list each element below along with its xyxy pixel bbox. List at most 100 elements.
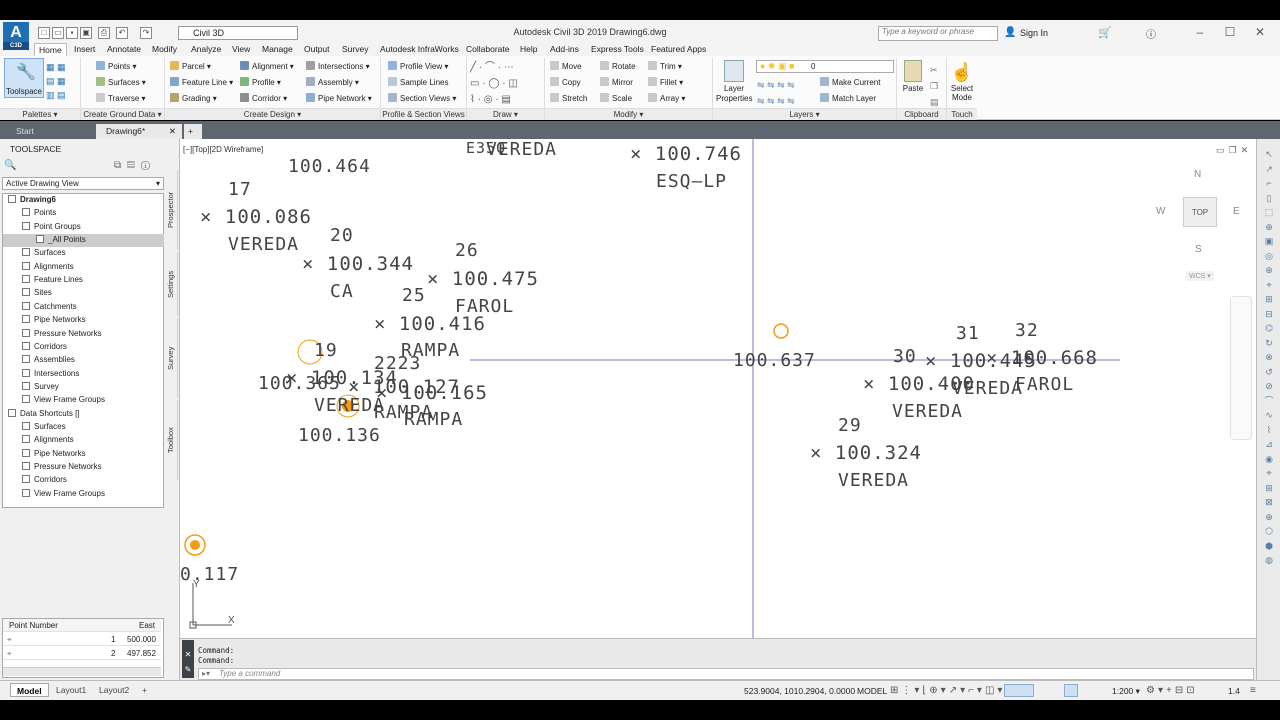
doc-tab-start[interactable]: Start (6, 124, 96, 139)
points-button[interactable]: Points ▾ (96, 61, 136, 73)
search-input[interactable]: Type a keyword or phrase (878, 26, 998, 41)
app-menu-button[interactable]: A C3D (3, 22, 29, 50)
navigation-bar[interactable] (1230, 296, 1252, 440)
add-layout-button[interactable]: + (138, 683, 151, 697)
copy-button[interactable]: Copy (550, 77, 581, 89)
corridor-button[interactable]: Corridor ▾ (240, 93, 287, 105)
tab-help[interactable]: Help (516, 43, 541, 56)
side-tab-settings[interactable]: Settings (166, 252, 178, 316)
tree-item[interactable]: Feature Lines (22, 274, 83, 287)
side-tab-survey[interactable]: Survey (166, 318, 178, 398)
toolspace-view-select[interactable]: Active Drawing View ▾ (2, 177, 164, 190)
help-icon[interactable]: ⓘ (1146, 26, 1156, 41)
tree-item[interactable]: Intersections (22, 368, 79, 381)
view-cube-top[interactable]: TOP (1183, 197, 1217, 227)
tree-item[interactable]: Alignments (22, 261, 74, 274)
tab-express-tools[interactable]: Express Tools (587, 43, 648, 56)
tree-item[interactable]: Pipe Networks (22, 314, 86, 327)
panel-label-draw[interactable]: Draw ▾ (467, 108, 544, 120)
surfaces-button[interactable]: Surfaces ▾ (96, 77, 146, 89)
drawing-canvas[interactable]: Y X ▭❐✕ E35Q VEREDA × 100.746 ESQ–LP 100.464… (180, 139, 1256, 638)
tree-item[interactable]: _All Points (3, 234, 164, 248)
tree-item[interactable]: Pipe Networks (22, 448, 86, 461)
array-button[interactable]: Array ▾ (648, 93, 685, 105)
customize-icon[interactable]: ≡ (1250, 685, 1256, 696)
table-row[interactable]: ⌖ 2 497.852 (3, 647, 161, 660)
tab-model[interactable]: Model (10, 683, 49, 697)
match-layer-button[interactable]: Match Layer (820, 93, 876, 105)
undo-icon[interactable]: ↶ (116, 27, 128, 39)
grading-button[interactable]: Grading ▾ (170, 93, 217, 105)
annotation-scale[interactable]: 1:200 ▾ (1112, 686, 1140, 697)
fillet-button[interactable]: Fillet ▾ (648, 77, 683, 89)
paste-button[interactable]: Paste (900, 60, 926, 106)
model-space-toggle[interactable]: MODEL (857, 686, 887, 696)
redo-icon[interactable]: ↷ (140, 27, 152, 39)
drafting-toggle-icons[interactable]: ⊞⋮▾⌊⊕▾↗▾⌐▾◫▾ (890, 685, 1005, 696)
mirror-button[interactable]: Mirror (600, 77, 633, 89)
tab-collaborate[interactable]: Collaborate (462, 43, 513, 56)
tab-featured-apps[interactable]: Featured Apps (647, 43, 710, 56)
feature-line-button[interactable]: Feature Line ▾ (170, 77, 233, 89)
pipe-network-button[interactable]: Pipe Network ▾ (306, 93, 372, 105)
panel-label-create-design[interactable]: Create Design ▾ (165, 108, 380, 120)
tree-item[interactable]: Pressure Networks (22, 328, 102, 341)
side-tab-prospector[interactable]: Prospector (166, 170, 178, 250)
panel-label-ground-data[interactable]: Create Ground Data ▾ (81, 108, 164, 120)
compass-s[interactable]: S (1195, 244, 1202, 255)
rotate-button[interactable]: Rotate (600, 61, 636, 73)
tab-add-ins[interactable]: Add-ins (546, 43, 583, 56)
palette-icons[interactable]: ▦ ▦ ▤ ▦ ▥ ▤ (46, 60, 76, 105)
save-icon[interactable]: ▪ (66, 27, 78, 39)
tree-item[interactable]: Corridors (22, 474, 67, 487)
clipboard-tools[interactable]: ✂ ❐ ▤ (930, 62, 939, 110)
wrench-icon[interactable]: ✎ (182, 665, 194, 674)
layer-tool-icons[interactable]: ⇋ ⇋ ⇋ ⇋ ⇋ ⇋ ⇋ ⇋ (757, 77, 795, 109)
tree-item[interactable]: Pressure Networks (22, 461, 102, 474)
viewport-controls[interactable]: [−][Top][2D Wireframe] (183, 145, 263, 154)
panel-label-palettes[interactable]: Palettes ▾ (0, 108, 80, 120)
parcel-button[interactable]: Parcel ▾ (170, 61, 211, 73)
tree-item[interactable]: Survey (22, 381, 59, 394)
tree-item[interactable]: Data Shortcuts [] (8, 408, 80, 421)
tab-home[interactable]: Home (34, 43, 67, 56)
tree-item[interactable]: Sites (22, 287, 52, 300)
open-icon[interactable]: ▭ (52, 27, 64, 39)
profile-button[interactable]: Profile ▾ (240, 77, 281, 89)
search-icon[interactable]: 🔍 (4, 160, 16, 171)
tree-item[interactable]: Surfaces (22, 421, 66, 434)
workspace-tools-icons[interactable]: ⚙▾+⊟⊡ (1146, 685, 1198, 696)
traverse-button[interactable]: Traverse ▾ (96, 93, 146, 105)
tab-infraworks[interactable]: Autodesk InfraWorks (376, 43, 463, 56)
compass-e[interactable]: E (1233, 206, 1240, 217)
tab-analyze[interactable]: Analyze (187, 43, 225, 56)
tab-layout1[interactable]: Layout1 (50, 683, 92, 697)
close-icon[interactable]: ✕ (1252, 25, 1268, 39)
compass-w[interactable]: W (1156, 206, 1165, 217)
coordinates-readout[interactable]: 523.9004, 1010.2904, 0.0000 (744, 686, 855, 696)
tab-manage[interactable]: Manage (258, 43, 297, 56)
minimize-icon[interactable]: – (1192, 25, 1208, 39)
select-mode-button[interactable]: ☝ Select Mode (948, 60, 976, 106)
tree-item[interactable]: Surfaces (22, 247, 66, 260)
right-toolbar[interactable]: ↖ ↗ ⌐ ▯ ⬚ ⊕ ▣ ◎ ⊕ ⌖ ⊞ ⊟ ⌬ ↻ ⊗ ↺ ⊘ ⌒ ∿ ⌇ ⊿ ◉ ⌖ ⊞ ⊠ ⊕ ⬡ ⬢ ◍ (1256, 139, 1280, 680)
tab-layout2[interactable]: Layout2 (93, 683, 135, 697)
section-views-button[interactable]: Section Views ▾ (388, 93, 456, 105)
tree-item[interactable]: Assemblies (22, 354, 75, 367)
command-window-handle[interactable]: ✕ ✎ (182, 640, 194, 678)
toolspace-toolbar-icons[interactable]: ⧉▤ⓘ (114, 160, 156, 171)
tab-output[interactable]: Output (300, 43, 334, 56)
cart-icon[interactable]: 🛒 (1098, 26, 1112, 39)
compass-n[interactable]: N (1194, 169, 1201, 180)
command-input[interactable]: ▸▾ Type a command (198, 668, 1254, 680)
annotation-visibility-icon[interactable] (1064, 684, 1078, 697)
tab-annotate[interactable]: Annotate (103, 43, 145, 56)
tree-item[interactable]: Catchments (22, 301, 77, 314)
maximize-icon[interactable]: ☐ (1222, 25, 1238, 39)
panel-label-modify[interactable]: Modify ▾ (545, 108, 712, 120)
doc-tab-drawing6[interactable]: Drawing6* ✕ (96, 124, 182, 139)
alignment-button[interactable]: Alignment ▾ (240, 61, 294, 73)
viewport-window-controls[interactable]: ▭❐✕ (1216, 145, 1252, 156)
stretch-button[interactable]: Stretch (550, 93, 587, 105)
side-tab-toolbox[interactable]: Toolbox (166, 400, 178, 480)
